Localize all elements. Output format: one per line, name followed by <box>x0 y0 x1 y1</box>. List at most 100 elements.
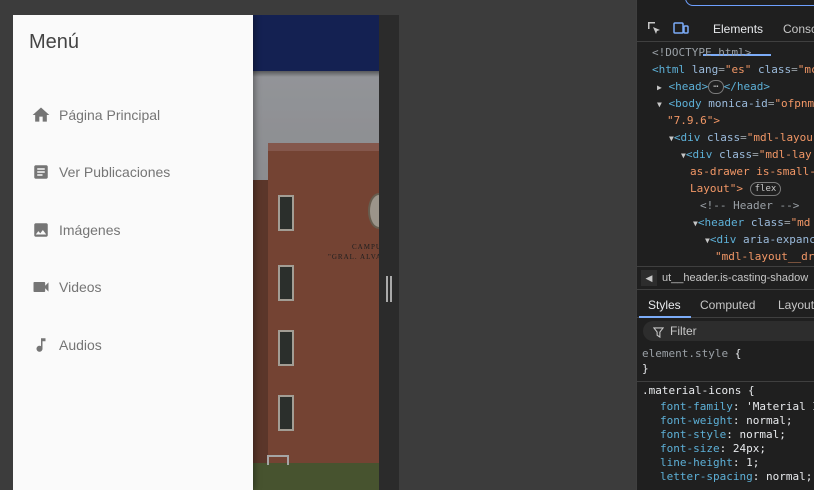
css-property: line-height <box>660 456 733 469</box>
collapsed-ellipsis[interactable]: ⋯ <box>708 80 724 94</box>
tab-computed[interactable]: Computed <box>700 298 755 312</box>
article-icon <box>31 162 51 182</box>
inspect-element-icon[interactable] <box>646 20 662 36</box>
css-value: normal; <box>765 470 813 483</box>
css-value: 24px; <box>732 442 766 455</box>
dom-comment[interactable]: <!-- Header --> <box>700 197 799 214</box>
dom-tag: <div <box>685 148 713 161</box>
filter-placeholder: Filter <box>670 324 697 338</box>
tab-console[interactable]: Consc <box>783 22 814 36</box>
css-declaration[interactable]: font-size: 24px; <box>660 442 766 456</box>
navigation-drawer: Menú Página Principal Ver Publicaciones … <box>13 15 253 490</box>
tab-elements[interactable]: Elements <box>713 22 763 36</box>
active-subtab-indicator <box>639 316 691 318</box>
nav-item-label: Página Principal <box>59 107 161 123</box>
dom-tag: <header <box>697 216 745 229</box>
dom-attr: class <box>758 63 792 76</box>
dom-value: Layout"> <box>690 182 743 195</box>
css-brace: { <box>741 384 755 397</box>
nav-item-imagenes[interactable]: Imágenes <box>13 210 253 250</box>
dom-value: "md <box>790 216 811 229</box>
breadcrumb-bar: ◀ ut__header.is-casting-shadow <box>637 266 814 290</box>
dom-node-div-drawer-button[interactable]: ▼<div aria-expanc <box>705 231 814 249</box>
css-brace: } <box>642 362 649 375</box>
nav-item-ver-publicaciones[interactable]: Ver Publicaciones <box>13 152 253 192</box>
styles-filter-input[interactable]: Filter <box>643 321 814 341</box>
dom-value-continued: "mdl-layout__dra <box>715 250 814 263</box>
music-note-icon <box>31 335 51 355</box>
css-property: font-style <box>660 428 727 441</box>
dom-attr: class <box>706 131 741 144</box>
nav-item-audios[interactable]: Audios <box>13 325 253 365</box>
nav-item-pagina-principal[interactable]: Página Principal <box>13 95 253 135</box>
dom-node-header[interactable]: ▼<header class="md <box>693 214 810 232</box>
breadcrumb[interactable]: ut__header.is-casting-shadow <box>662 272 808 284</box>
css-property: letter-spacing <box>660 470 753 483</box>
css-declaration[interactable]: letter-spacing: normal; <box>660 470 812 484</box>
dom-value-continued: as-drawer is-small- <box>690 165 814 178</box>
css-selector: .material-icons <box>642 384 742 397</box>
mobile-viewport: CAMPUS P "GRAL. ALVARO Menú Página Princ… <box>13 15 379 490</box>
breadcrumb-scroll-left-icon[interactable]: ◀ <box>641 270 657 286</box>
dom-tag: <html <box>652 63 686 76</box>
nav-item-videos[interactable]: Videos <box>13 267 253 307</box>
css-value: normal; <box>746 414 793 427</box>
tab-styles[interactable]: Styles <box>648 298 681 312</box>
dom-value-continued: "7.9.6"> <box>667 114 720 127</box>
dom-attr: aria-expanc <box>742 233 814 246</box>
nav-item-label: Ver Publicaciones <box>59 164 171 180</box>
css-rule-element-style[interactable]: element.style { <box>642 347 741 361</box>
dom-value: "mc <box>797 63 814 76</box>
dom-node-body[interactable]: ▼ <body monica-id="ofpnmc <box>657 95 814 113</box>
css-rule-divider <box>637 381 814 382</box>
css-property: font-family <box>660 400 733 413</box>
dom-node-div-layout[interactable]: ▼<div class="mdl-layou <box>669 129 813 147</box>
css-rule-material-icons[interactable]: .material-icons { <box>642 384 755 398</box>
dom-doctype[interactable]: <!DOCTYPE html> <box>652 44 751 61</box>
nav-item-label: Audios <box>59 337 102 353</box>
device-toolbar-icon[interactable] <box>673 20 689 36</box>
tab-layout[interactable]: Layout <box>778 298 814 312</box>
css-declaration[interactable]: font-style: normal; <box>660 428 786 442</box>
css-value: normal; <box>739 428 786 441</box>
devtools-panel: Elements Consc <!DOCTYPE html> <html lan… <box>636 0 814 490</box>
css-value: 1; <box>746 456 760 469</box>
styles-tab-bar: Styles Computed Layout <box>637 292 814 318</box>
devtools-tab-bar: Elements Consc <box>637 16 814 56</box>
css-brace: { <box>728 347 742 360</box>
flex-badge[interactable]: flex <box>749 182 782 196</box>
css-declaration[interactable]: line-height: 1; <box>660 456 759 470</box>
dom-tag: <body <box>668 97 702 110</box>
preview-gutter <box>379 15 399 490</box>
dom-attr: monica-id <box>708 97 768 110</box>
drawer-title: Menú <box>29 31 80 53</box>
css-property: font-size <box>660 442 720 455</box>
home-icon <box>31 105 51 125</box>
dom-node-head[interactable]: ▶ <head> ⋯ </head> <box>657 78 770 96</box>
dom-tree: <!DOCTYPE html> <html lang="es" class="m… <box>637 42 814 264</box>
dom-attr: class <box>718 148 753 161</box>
dom-node-div-layout-inner[interactable]: ▼<div class="mdl-lay <box>681 146 812 164</box>
dom-value-continued-with-badge: Layout"> flex <box>690 180 782 197</box>
dom-attr: class <box>750 216 784 229</box>
css-declaration[interactable]: font-family: 'Material I <box>660 400 814 414</box>
dom-attr: lang <box>691 63 719 76</box>
css-declaration[interactable]: font-weight: normal; <box>660 414 792 428</box>
nav-item-label: Imágenes <box>59 222 121 238</box>
expand-arrow-icon[interactable]: ▶ <box>657 83 662 92</box>
image-icon <box>31 220 51 240</box>
dom-tag: <head> <box>668 80 709 93</box>
dom-value: "es" <box>724 63 752 76</box>
filter-icon <box>652 325 665 343</box>
dom-value: "mdl-layou <box>746 131 813 144</box>
devtools-top-pill[interactable] <box>685 0 814 6</box>
dom-node-html[interactable]: <html lang="es" class="mc <box>652 61 814 78</box>
collapse-arrow-icon[interactable]: ▼ <box>657 100 662 109</box>
videocam-icon <box>31 277 51 297</box>
css-property: font-weight <box>660 414 733 427</box>
dom-tag: </head> <box>723 80 770 93</box>
dom-value: "ofpnmc <box>774 97 814 110</box>
dom-tag: <div <box>673 131 701 144</box>
css-value: 'Material I <box>746 400 814 413</box>
resize-handle[interactable] <box>386 276 392 302</box>
